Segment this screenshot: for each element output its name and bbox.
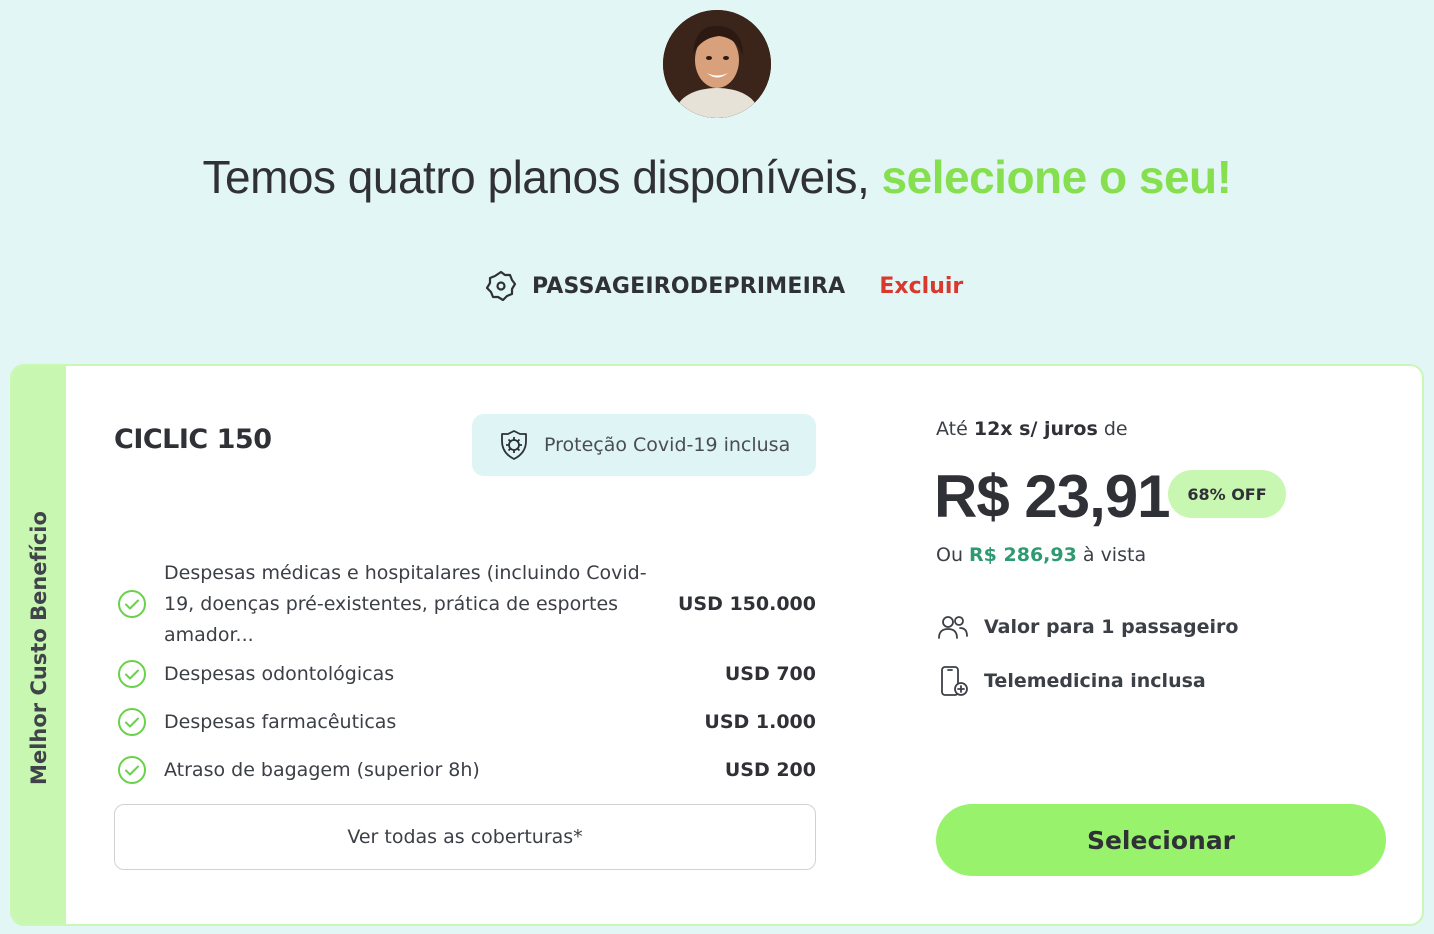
shield-virus-icon: [501, 430, 527, 460]
list-item: Atraso de bagagem (superior 8h) USD 200: [116, 746, 816, 794]
plan-name: CICLIC 150: [114, 424, 272, 455]
check-circle-icon: [118, 590, 146, 618]
list-item: Despesas odontológicas USD 700: [116, 650, 816, 698]
telemedicine-feature: Telemedicina inclusa: [936, 664, 1206, 698]
users-icon: [938, 616, 968, 639]
see-all-coverages-button[interactable]: Ver todas as coberturas*: [114, 804, 816, 870]
passengers-label: Valor para 1 passageiro: [984, 616, 1239, 638]
cash-price: R$ 286,93: [969, 544, 1077, 566]
passengers-feature: Valor para 1 passageiro: [936, 610, 1238, 644]
coverage-amount: USD 200: [724, 759, 816, 781]
coverage-label: Despesas médicas e hospitalares (incluin…: [164, 561, 647, 646]
remove-coupon-button[interactable]: Excluir: [879, 274, 963, 299]
installments-terms: 12x s/ juros: [973, 418, 1098, 440]
cash-prefix: Ou: [936, 544, 970, 566]
plan-ribbon: Melhor Custo Benefício: [12, 366, 66, 924]
installments-suffix: de: [1097, 418, 1128, 440]
plan-card: Melhor Custo Benefício CICLIC 150 Proteç…: [10, 364, 1424, 926]
installments-text: Até 12x s/ juros de: [936, 418, 1128, 440]
headline-accent: selecione o seu!: [881, 151, 1232, 203]
avatar: [663, 10, 771, 118]
coverage-label: Despesas odontológicas: [164, 662, 395, 685]
phone-medical-icon: [941, 666, 968, 696]
coverage-label: Atraso de bagagem (superior 8h): [164, 758, 480, 781]
page: Temos quatro planos disponíveis, selecio…: [0, 0, 1434, 934]
headline-text: Temos quatro planos disponíveis,: [202, 151, 882, 203]
list-item: Despesas farmacêuticas USD 1.000: [116, 698, 816, 746]
coupon-row: PASSAGEIRODEPRIMEIRA Excluir: [484, 266, 963, 306]
check-circle-icon: [118, 756, 146, 784]
check-circle-icon: [118, 708, 146, 736]
covid-badge: Proteção Covid-19 inclusa: [472, 414, 816, 476]
coverage-list: Despesas médicas e hospitalares (incluin…: [116, 562, 816, 794]
installment-price: R$ 23,91: [934, 463, 1171, 530]
discount-badge: 68% OFF: [1168, 470, 1286, 518]
ribbon-label: Melhor Custo Benefício: [27, 511, 51, 785]
telemedicine-label: Telemedicina inclusa: [984, 670, 1206, 692]
cash-suffix: à vista: [1076, 544, 1147, 566]
tag-icon: [485, 270, 517, 302]
select-plan-button[interactable]: Selecionar: [936, 804, 1386, 876]
coverage-amount: USD 150.000: [677, 593, 816, 615]
cash-price-text: Ou R$ 286,93 à vista: [936, 544, 1146, 566]
coverage-amount: USD 700: [724, 663, 816, 685]
installments-prefix: Até: [936, 418, 974, 440]
coverage-amount: USD 1.000: [704, 711, 816, 733]
coupon-code: PASSAGEIRODEPRIMEIRA: [532, 273, 846, 299]
coverage-label: Despesas farmacêuticas: [164, 710, 397, 733]
covid-badge-label: Proteção Covid-19 inclusa: [544, 434, 791, 456]
list-item: Despesas médicas e hospitalares (incluin…: [116, 562, 816, 646]
page-title: Temos quatro planos disponíveis, selecio…: [0, 150, 1434, 204]
check-circle-icon: [118, 660, 146, 688]
